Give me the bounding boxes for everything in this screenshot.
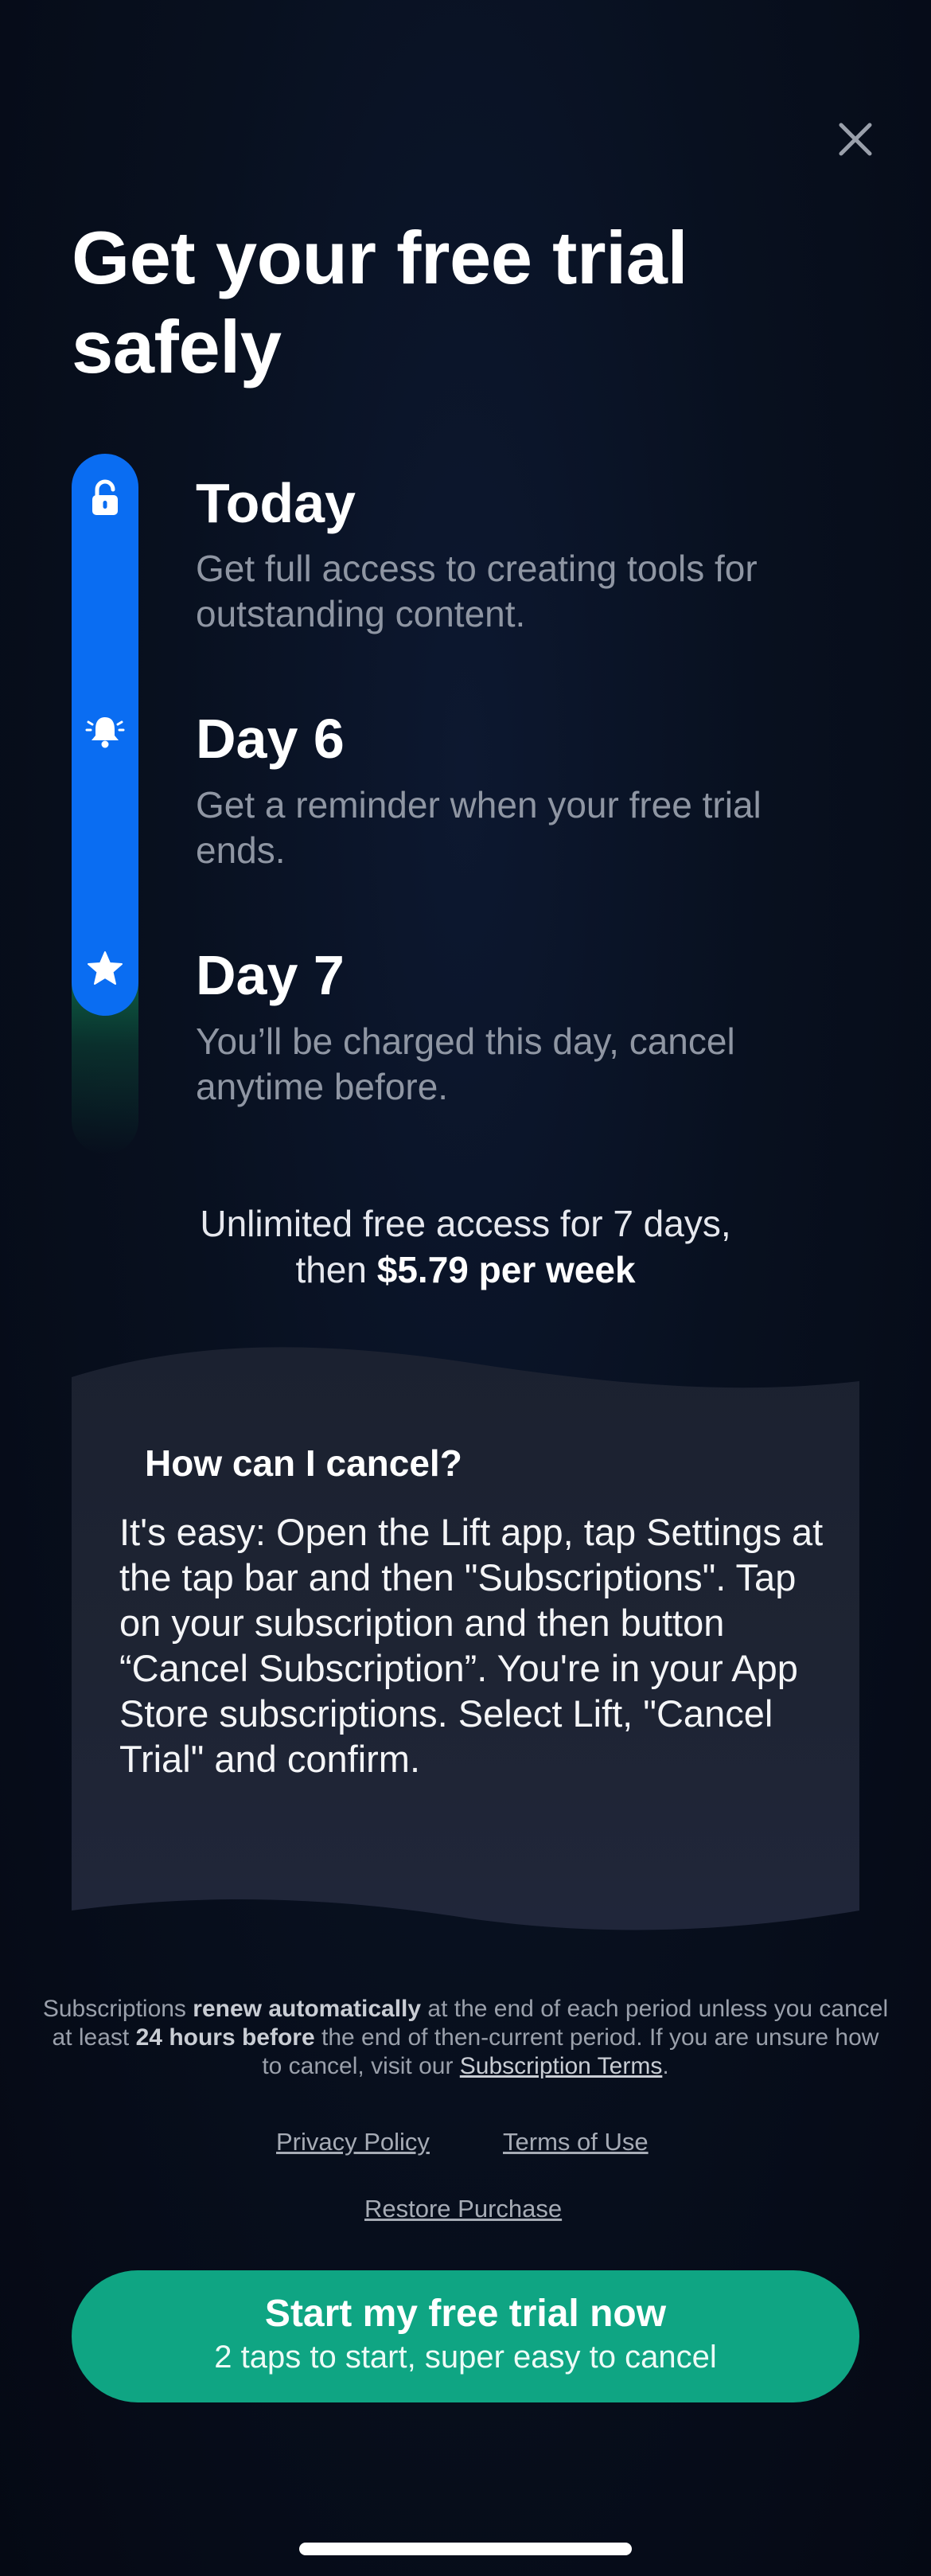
close-button[interactable]: [828, 111, 883, 167]
step-day6-title: Day 6: [196, 708, 345, 770]
step-today-description: Get full access to creating tools for ou…: [196, 548, 758, 634]
terms-of-use-link[interactable]: Terms of Use: [503, 2127, 649, 2157]
legal-text: Subscriptions renew automatically at the…: [40, 1995, 891, 2081]
cancel-card-title: How can I cancel?: [145, 1442, 462, 1484]
start-free-trial-button[interactable]: Start my free trial now 2 taps to start,…: [72, 2270, 859, 2402]
legal-part4: .: [662, 2053, 669, 2079]
cta-sublabel: 2 taps to start, super easy to cancel: [214, 2340, 717, 2375]
step-day7-title: Day 7: [196, 944, 345, 1006]
offer-text: Unlimited free access for 7 days, then $…: [72, 1200, 859, 1293]
home-indicator: [299, 2543, 632, 2555]
unlock-icon: [92, 479, 118, 515]
cta-label: Start my free trial now: [264, 2293, 667, 2335]
cancel-info-card: How can I cancel? It's easy: Open the Li…: [72, 1345, 859, 1950]
legal-part1: Subscriptions: [42, 1996, 186, 2022]
step-day6-description: Get a reminder when your free trial ends…: [196, 784, 762, 871]
subscription-terms-link[interactable]: Subscription Terms: [460, 2053, 663, 2079]
offer-line1: Unlimited free access for 7 days,: [200, 1203, 731, 1244]
legal-bold-24h: 24 hours before: [135, 2024, 315, 2051]
step-day7-description: You’ll be charged this day, cancel anyti…: [196, 1021, 735, 1107]
offer-price: $5.79 per week: [376, 1249, 636, 1290]
page-title: Get your free trial safely: [72, 216, 688, 388]
step-today-title: Today: [196, 472, 356, 534]
restore-purchase-link[interactable]: Restore Purchase: [364, 2194, 562, 2224]
star-icon: [88, 951, 123, 985]
offer-then: then: [295, 1249, 367, 1290]
privacy-policy-link[interactable]: Privacy Policy: [276, 2127, 430, 2157]
close-icon: [839, 123, 872, 156]
cancel-card-body: It's easy: Open the Lift app, tap Settin…: [119, 1511, 824, 1780]
bell-icon: [85, 717, 125, 748]
legal-bold-renew: renew automatically: [193, 1996, 422, 2022]
